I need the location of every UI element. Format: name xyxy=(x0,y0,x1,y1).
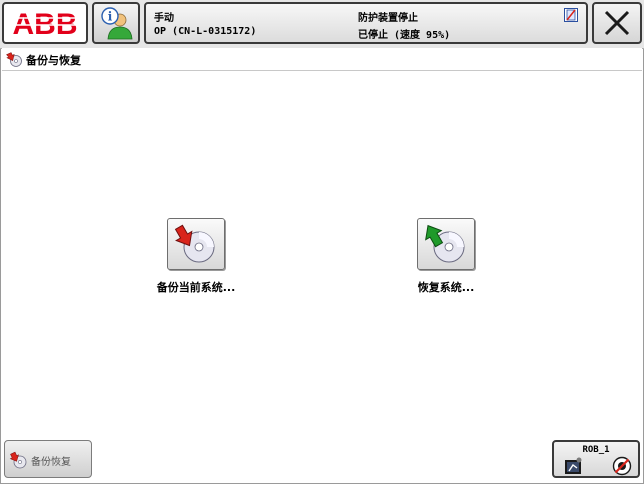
operator-id: OP (CN-L-0315172) xyxy=(154,26,257,37)
title-bar: 备份与恢复 xyxy=(2,48,642,71)
restore-disc-icon xyxy=(425,224,465,263)
backup-restore-icon xyxy=(6,52,22,67)
svg-text:i: i xyxy=(108,10,113,24)
backup-system-action[interactable]: 备份当前系统... xyxy=(126,218,266,308)
event-log-icon xyxy=(564,8,578,22)
backup-system-label: 备份当前系统... xyxy=(156,281,236,294)
close-button[interactable] xyxy=(592,2,642,44)
quickset-rob1-button[interactable]: ROB_1 xyxy=(552,440,640,478)
window-frame xyxy=(0,0,644,484)
page-title: 备份与恢复 xyxy=(26,54,81,67)
taskbar-backup-restore[interactable]: 备份恢复 xyxy=(4,440,92,478)
backup-restore-icon xyxy=(9,451,27,469)
operating-mode: 手动 xyxy=(154,13,174,24)
close-icon xyxy=(604,10,630,36)
mechanical-unit-icon xyxy=(565,457,582,474)
operator-info-button[interactable]: i xyxy=(92,2,140,44)
guard-state: 防护装置停止 xyxy=(358,13,418,24)
restore-system-action[interactable]: 恢复系统... xyxy=(376,218,516,308)
backup-disc-icon xyxy=(174,224,215,263)
status-panel[interactable]: 手动 OP (CN-L-0315172) 防护装置停止 已停止 (速度 95%) xyxy=(144,2,588,44)
robot-label: ROB_1 xyxy=(582,445,610,455)
restore-system-button[interactable] xyxy=(417,218,475,270)
increment-off-icon xyxy=(612,456,632,476)
svg-text:ABB: ABB xyxy=(13,8,78,38)
top-bar: ABB i 手动 OP (CN-L-0315172) 防护装置停止 已停止 (速… xyxy=(0,0,644,49)
run-state: 已停止 (速度 95%) xyxy=(358,30,451,41)
user-info-icon: i xyxy=(101,7,133,40)
taskbar-label: 备份恢复 xyxy=(31,457,71,468)
backup-system-button[interactable] xyxy=(167,218,225,270)
abb-menu-button[interactable]: ABB xyxy=(2,2,88,44)
restore-system-label: 恢复系统... xyxy=(417,281,475,294)
abb-logo: ABB xyxy=(8,8,82,38)
